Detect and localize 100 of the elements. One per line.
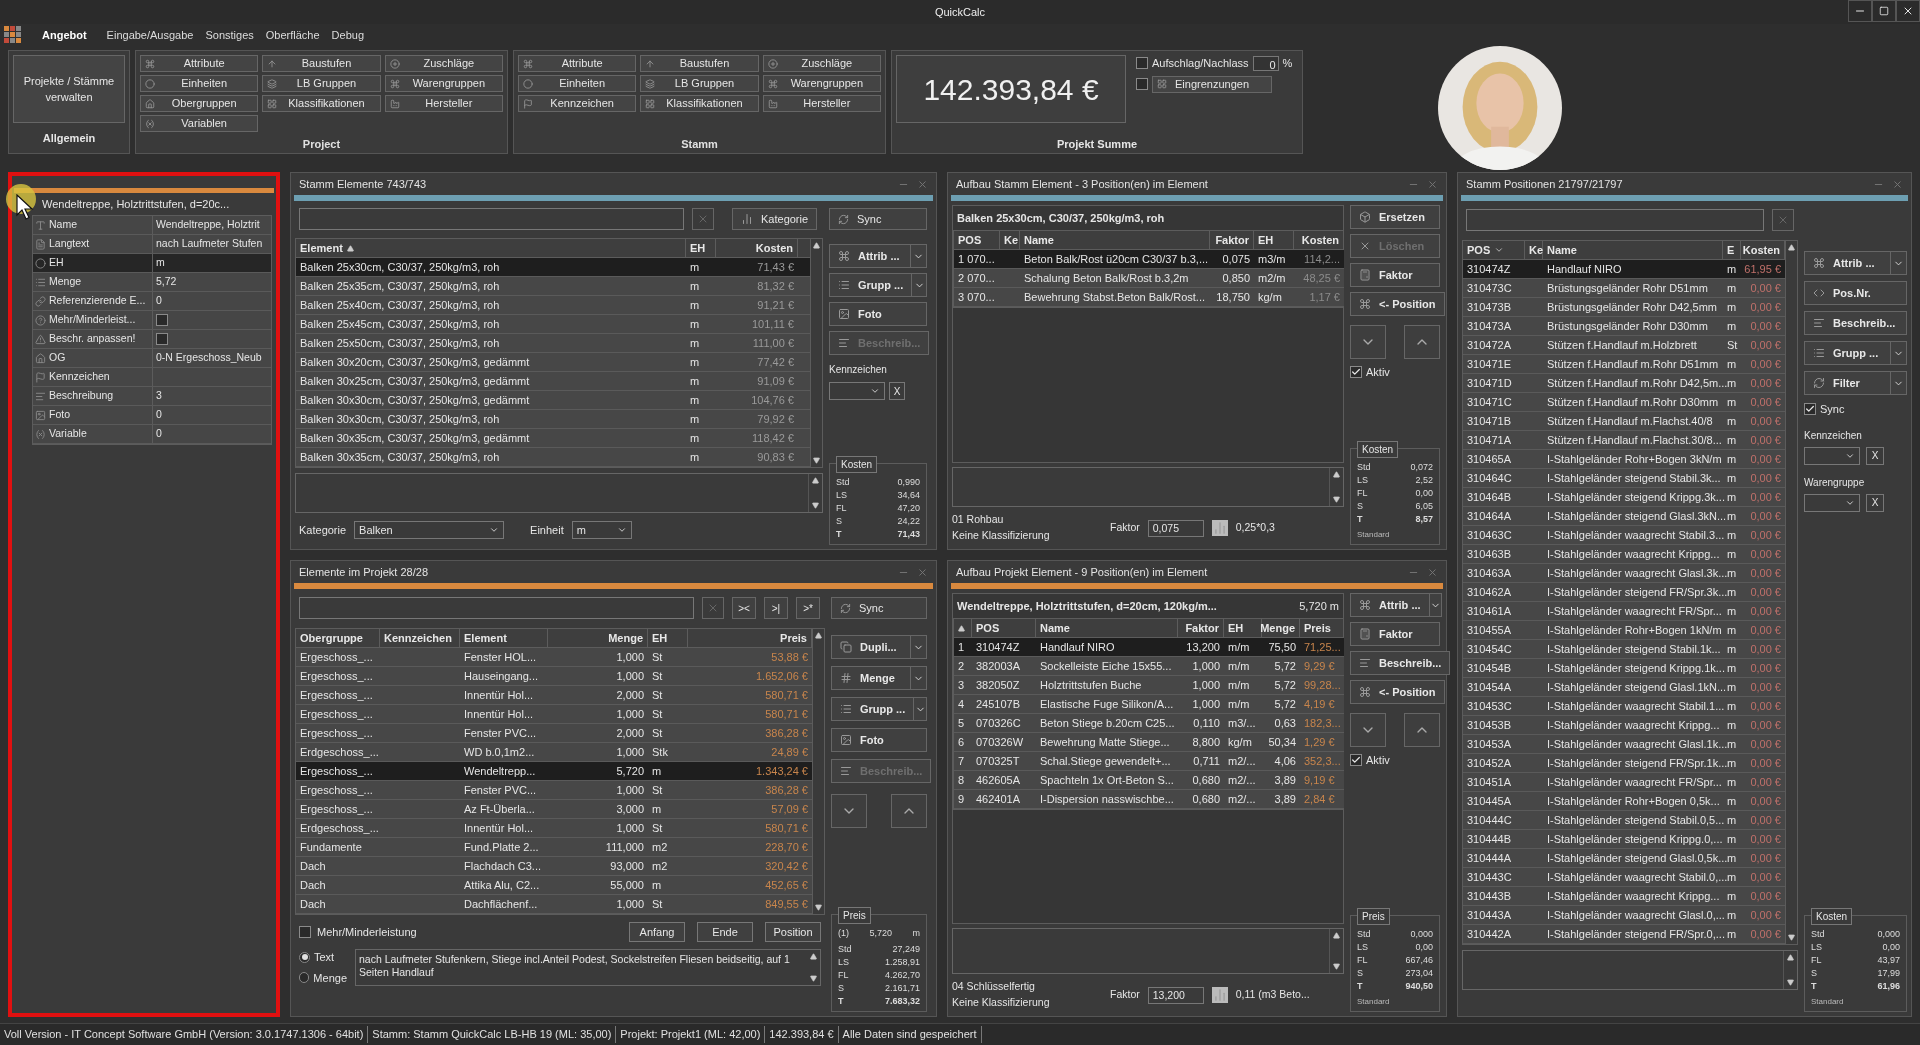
navigation-button[interactable]: >* <box>796 597 820 619</box>
table-row[interactable]: 310471E Stützen f.Handlauf m.Rohr D51mm m 0,00 € <box>1463 355 1785 374</box>
search-field[interactable] <box>1466 209 1764 231</box>
ribbon-button[interactable]: Hersteller <box>762 95 881 112</box>
table-row[interactable]: 310454A I-Stahlgeländer steigend Glasl.1kN...m 0,00 € <box>1463 678 1785 697</box>
side-button[interactable]: Grupp ... <box>831 697 915 721</box>
property-row[interactable]: OG 0-N Ergeschoss_Neub <box>33 349 271 368</box>
side-button[interactable]: Attrib ... <box>1804 251 1891 275</box>
clear-button[interactable]: X <box>889 382 905 400</box>
move-up-button[interactable] <box>1404 325 1440 359</box>
column-header[interactable]: Menge <box>1260 619 1295 637</box>
sort-descending-icon[interactable] <box>1494 245 1505 255</box>
table-row[interactable]: Ergeschoss_... Fenster HOL... 1,000 St 53,88 € <box>296 648 812 667</box>
side-button[interactable]: Foto <box>831 728 927 752</box>
table-row[interactable]: 5 070326C Beton Stiege b.20cm C25... 0,110 m3/... 0,63 182,3... <box>954 714 1344 733</box>
scroll-up-icon[interactable] <box>1333 932 1340 939</box>
scroll-up-icon[interactable] <box>813 242 820 249</box>
property-row[interactable]: Mehr/Minderleist... <box>33 311 271 330</box>
table-row[interactable]: Balken 30x20cm, C30/37, 250kg/m3, gedämmt m 77,42 € <box>296 353 810 372</box>
scroll-down-icon[interactable] <box>809 975 817 982</box>
column-header[interactable]: Ke <box>1004 231 1019 249</box>
navigation-button[interactable]: >| <box>764 597 788 619</box>
radio-button[interactable] <box>299 951 310 963</box>
ribbon-button[interactable]: Baustufen <box>262 55 381 72</box>
table-row[interactable]: Balken 30x35cm, C30/37, 250kg/m3, gedämmt m 118,42 € <box>296 429 810 448</box>
table-row[interactable]: Fundamente Fund.Platte 2... 111,000 m2 228,70 € <box>296 838 812 857</box>
ribbon-button[interactable]: Warengruppen <box>762 75 881 92</box>
minimize-button[interactable] <box>1848 0 1872 22</box>
table-row[interactable]: 3 070... Bewehrung Stabst.Beton Balk/Rost... 18,750 kg/m 1,17 € <box>954 288 1344 307</box>
table-row[interactable]: Balken 30x25cm, C30/37, 250kg/m3, gedämmt m 91,09 € <box>296 372 810 391</box>
table-row[interactable]: 310471C Stützen f.Handlauf m.Rohr D30mm m 0,00 € <box>1463 393 1785 412</box>
column-header[interactable]: Faktor <box>1185 619 1219 637</box>
ribbon-button[interactable]: Hersteller <box>384 95 503 112</box>
table-row[interactable]: 9 462401A I-Dispersion nasswischbe... 0,680 m2/... 3,89 2,84 € <box>954 790 1344 809</box>
ribbon-button[interactable]: Zuschläge <box>762 55 881 72</box>
dropdown-field[interactable]: Balken <box>354 521 505 539</box>
clear-search-button[interactable] <box>692 208 714 230</box>
chart-icon[interactable] <box>1211 987 1228 1003</box>
table-row[interactable]: Ergeschoss_... Innentür Hol... 1,000 St 580,71 € <box>296 705 812 724</box>
sync-button[interactable]: Sync <box>829 208 927 230</box>
table-row[interactable]: 310474Z Handlauf NIRO m 61,95 € <box>1463 260 1785 279</box>
close-icon[interactable] <box>1427 178 1438 190</box>
column-header[interactable]: Kosten <box>1742 241 1780 259</box>
side-button[interactable]: Grupp ... <box>829 273 913 297</box>
column-header[interactable]: Ke <box>1529 241 1544 259</box>
dropdown-button[interactable] <box>911 635 927 659</box>
column-header[interactable]: Menge <box>608 629 643 647</box>
dropdown-button[interactable] <box>911 666 927 690</box>
table-row[interactable]: 310472A Stützen f.Handlauf m.Holzbrett St 0,00 € <box>1463 336 1785 355</box>
table-row[interactable]: Balken 30x30cm, C30/37, 250kg/m3, roh m 79,92 € <box>296 410 810 429</box>
menu-tab[interactable]: Oberfläche <box>265 26 320 44</box>
table-row[interactable]: 310464A I-Stahlgeländer steigend Glasl.3kN...m 0,00 € <box>1463 507 1785 526</box>
table-row[interactable]: 6 070326W Bewehrung Matte Stiege... 8,800 kg/m 50,34 1,29 € <box>954 733 1344 752</box>
table-row[interactable]: 310471B Stützen f.Handlauf m.Flachst.40/8 m 0,00 € <box>1463 412 1785 431</box>
property-row[interactable]: Foto 0 <box>33 406 271 425</box>
sync-button[interactable]: Sync <box>831 597 927 619</box>
checkbox[interactable] <box>156 314 168 326</box>
column-header[interactable]: E <box>1727 241 1735 259</box>
dropdown-button[interactable] <box>1891 341 1907 365</box>
dropdown-button[interactable] <box>911 244 927 268</box>
chart-icon[interactable] <box>1211 520 1228 536</box>
scrollbar[interactable] <box>812 629 824 914</box>
side-button[interactable]: Pos.Nr. <box>1804 281 1907 305</box>
table-row[interactable]: 1 310474Z Handlauf NIRO 13,200 m/m 75,50 71,25... <box>954 638 1344 657</box>
ribbon-button[interactable]: Baustufen <box>640 55 759 72</box>
table-row[interactable]: 1 070... Beton Balk/Rost ü20cm C30/37 b.3,... 0,075 m3/m 114,2... <box>954 250 1344 269</box>
dropdown-button[interactable] <box>1891 251 1907 275</box>
table-row[interactable]: Erdgeschoss_... Innentür Hol... 1,000 St 580,71 € <box>296 819 812 838</box>
table-row[interactable]: Ergeschoss_... Az Ft-Überla... 3,000 m 57,09 € <box>296 800 812 819</box>
sort-ascending-icon[interactable] <box>346 244 354 252</box>
table-row[interactable]: 4 245107B Elastische Fuge Silikon/A... 1,000 m/m 5,72 4,19 € <box>954 695 1344 714</box>
dropdown-field[interactable]: m <box>571 521 632 539</box>
scroll-down-icon[interactable] <box>1333 496 1340 503</box>
property-row[interactable]: Menge 5,72 <box>33 273 271 292</box>
column-header[interactable]: EH <box>652 629 668 647</box>
property-row[interactable]: Variable 0 <box>33 425 271 444</box>
close-icon[interactable] <box>1427 566 1438 578</box>
property-row[interactable]: Referenzierende E... 0 <box>33 292 271 311</box>
property-row[interactable]: Beschr. anpassen! <box>33 330 271 349</box>
checkbox[interactable] <box>1350 366 1362 379</box>
scroll-down-icon[interactable] <box>1333 963 1340 970</box>
percent-field[interactable]: 0 <box>1252 55 1279 71</box>
ribbon-button[interactable]: Einheiten <box>518 75 637 92</box>
clear-button[interactable]: X <box>1866 446 1884 465</box>
sort-ascending-icon[interactable] <box>958 624 965 632</box>
column-header[interactable]: Obergruppe <box>300 629 363 647</box>
column-header[interactable]: Preis <box>1304 619 1331 637</box>
checkbox[interactable] <box>156 333 168 345</box>
side-button[interactable]: Beschreib... <box>1804 311 1907 335</box>
ribbon-button[interactable]: Klassifikationen <box>262 95 381 112</box>
property-row[interactable]: Beschreibung 3 <box>33 387 271 406</box>
menu-tab[interactable]: Angebot <box>34 26 95 44</box>
table-row[interactable]: 2 382003A Sockelleiste Eiche 15x55... 1,000 m/m 5,72 9,29 € <box>954 657 1344 676</box>
table-row[interactable]: 310461A I-Stahlgeländer waagrecht FR/Spr... m 0,00 € <box>1463 602 1785 621</box>
ribbon-button[interactable]: Projekte / Stämme verwalten <box>13 55 125 123</box>
table-row[interactable]: Erdgeschoss_... WD b.0,1m2... 1,000 Stk 24,89 € <box>296 743 812 762</box>
scroll-up-icon[interactable] <box>812 477 819 484</box>
move-down-button[interactable] <box>1350 325 1386 359</box>
table-row[interactable]: 310463A I-Stahlgeländer waagrecht Glasl.3k...m 0,00 € <box>1463 564 1785 583</box>
table-row[interactable]: 2 070... Schalung Beton Balk/Rost b.3,2m 0,850 m2/m 48,25 € <box>954 269 1344 288</box>
